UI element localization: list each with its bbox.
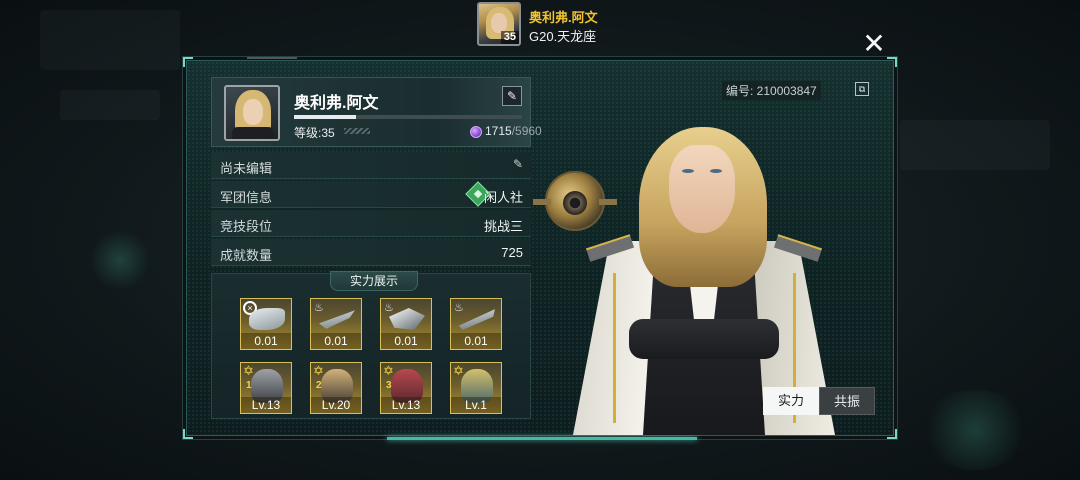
background-glow [920,390,1030,470]
legion-row[interactable]: 军团信息 闲人社 [211,181,531,208]
signature-row[interactable]: 尚未编辑 ✎ [211,152,531,179]
copy-icon[interactable]: ⧉ [855,82,869,96]
header-level-badge: 35 [500,31,519,44]
ship-value: 0.01 [381,333,431,349]
hero-slot[interactable]: ✡ 2 Lv.20 [310,362,362,414]
player-id: 编号: 210003847 [722,81,821,100]
character-face [669,145,735,233]
ship-icon [389,308,425,330]
character-eye [710,169,722,173]
ship-slot[interactable]: ♨ 0.01 [310,298,362,350]
drone-arm [533,199,551,205]
star-icon: ✡ [453,363,464,378]
star-icon: ✡ [243,363,254,378]
legion-label: 军团信息 [220,190,273,205]
achievement-row: 成就数量 725 [211,239,531,266]
hero-rank: 1 [246,380,252,391]
avatar-face [491,13,507,33]
player-info-panel: 奥利弗.阿文 ✎ 等级:35 1715/5960 尚未编辑 ✎ 军团信息 闲人社… [183,57,897,440]
header-server-name: G20.天龙座 [529,29,597,44]
hero-level: Lv.13 [241,397,291,413]
flame-icon: ♨ [314,302,324,314]
hero-slot[interactable]: ✡ 3 Lv.13 [380,362,432,414]
background-panel [40,10,180,70]
achievement-label: 成就数量 [220,248,273,263]
character-eye [682,169,694,173]
panel-corner [183,57,193,67]
close-icon[interactable]: ✕ [860,30,888,58]
header-avatar[interactable]: 35 [477,2,521,46]
player-name: 奥利弗.阿文 [294,95,379,112]
arena-rank-value: 挑战三 [483,219,523,234]
pencil-icon: ✎ [506,89,518,103]
background-panel [900,120,1050,170]
star-icon: ✡ [313,363,324,378]
showcase-title: 实力展示 [330,271,418,291]
hero-slot[interactable]: ✡ 1 Lv.13 [240,362,292,414]
background-panel [60,90,160,120]
avatar-coat [232,127,274,139]
legion-value: 闲人社 [483,190,523,205]
gem-max: /5960 [511,124,542,138]
ship-icon [319,310,355,329]
gem-icon [470,126,482,138]
hero-level: Lv.13 [381,397,431,413]
panel-corner [183,429,193,439]
profile-card: 奥利弗.阿文 ✎ 等级:35 1715/5960 [211,77,542,147]
character-crossed-arms [629,319,779,359]
pencil-icon[interactable]: ✎ [513,157,523,171]
ship-icon [249,308,285,330]
background-glow [90,230,150,290]
coat-trim [613,273,616,423]
hero-level: Lv.20 [311,397,361,413]
hero-level: Lv.1 [451,397,501,413]
gem-current: 1715 [485,124,512,138]
hero-slot[interactable]: ✡ Lv.1 [450,362,502,414]
header-player-name: 奥利弗.阿文 [529,10,598,25]
panel-corner [887,429,897,439]
ship-value: 0.01 [311,333,361,349]
level-stripes-decoration [344,128,370,134]
xp-progress-fill [294,115,356,119]
flame-icon: ♨ [454,302,464,314]
tab-strength[interactable]: 实力 [763,387,819,415]
ship-slot[interactable]: × 0.01 [240,298,292,350]
signature-text: 尚未编辑 [220,161,273,176]
avatar-face [243,99,263,125]
view-tabs: 实力 共振 [763,387,875,415]
flame-icon: ♨ [384,302,394,314]
ship-value: 0.01 [451,333,501,349]
panel-bottom-accent [387,437,697,440]
edit-name-button[interactable]: ✎ [502,86,522,106]
ship-icon [459,309,495,330]
arena-rank-row: 竞技段位 挑战三 [211,210,531,237]
hero-rank: 3 [386,380,392,391]
star-icon: ✡ [383,363,394,378]
player-level: 等级:35 [294,126,335,140]
ship-slot[interactable]: ♨ 0.01 [380,298,432,350]
panel-corner [887,57,897,67]
arena-rank-label: 竞技段位 [220,219,273,234]
hero-rank: 2 [316,380,322,391]
panel-top-accent [247,57,297,59]
achievement-value: 725 [501,245,523,260]
xp-progress-bar [294,115,522,119]
gem-count: 1715/5960 [485,124,542,138]
ship-slot[interactable]: ♨ 0.01 [450,298,502,350]
ship-value: 0.01 [241,333,291,349]
player-avatar[interactable] [224,85,280,141]
strength-showcase: 实力展示 × 0.01 ♨ 0.01 ♨ 0.01 ♨ 0.01 ✡ 1 Lv.… [211,271,531,419]
tab-resonance[interactable]: 共振 [819,387,875,415]
